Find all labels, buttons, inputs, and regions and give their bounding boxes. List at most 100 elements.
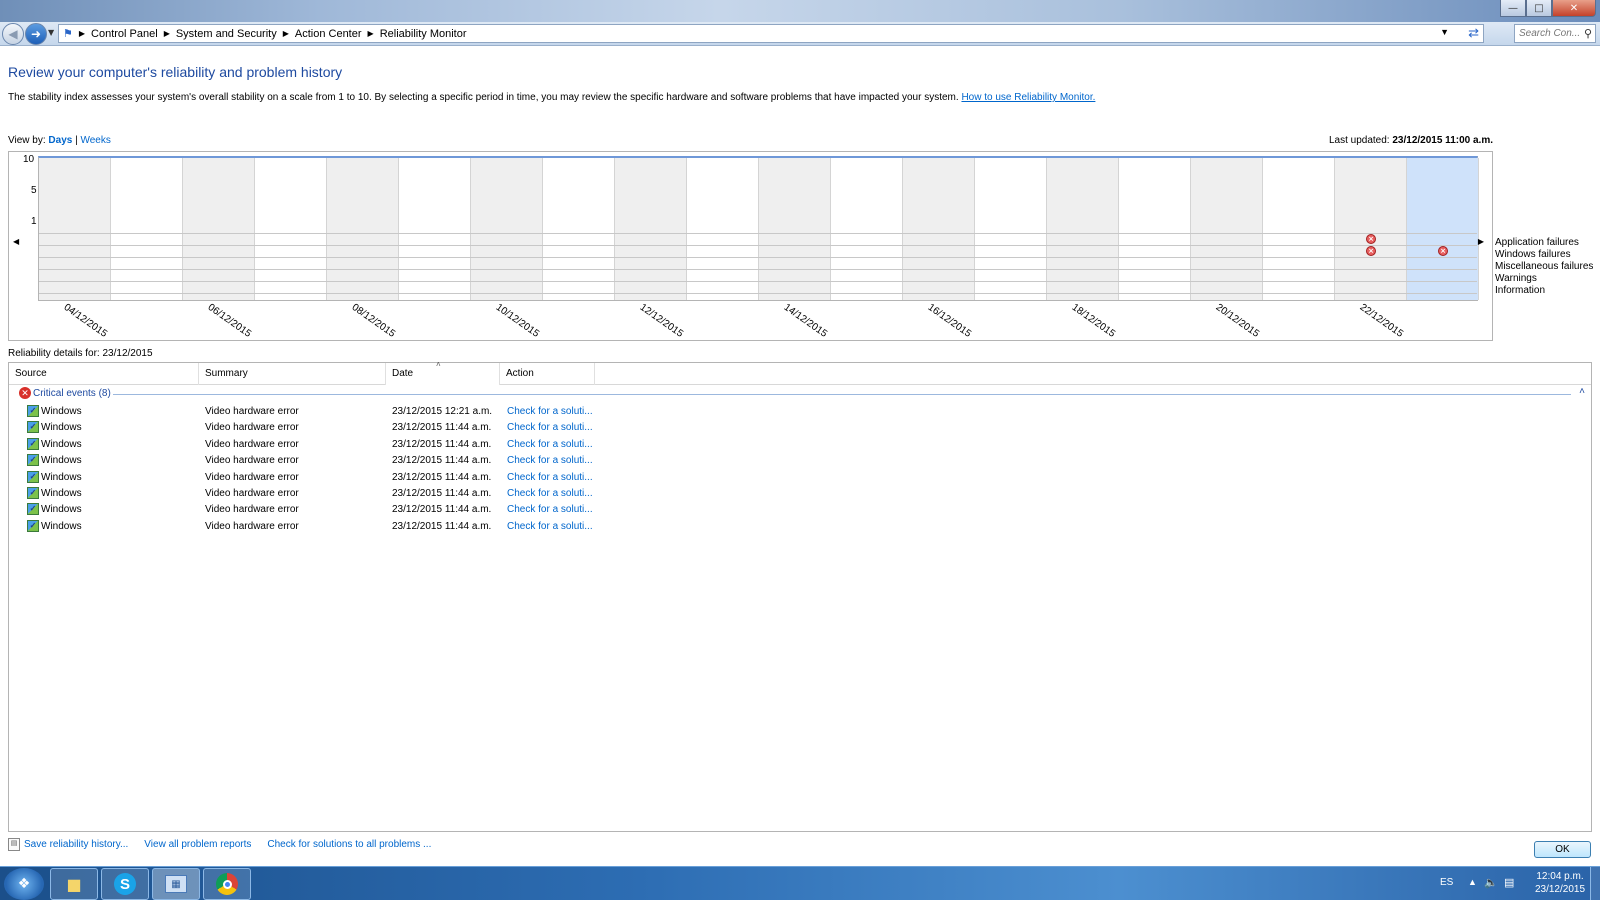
search-input[interactable]: Search Con... ⚲	[1514, 24, 1596, 43]
column-summary[interactable]: Summary	[199, 363, 386, 385]
table-row[interactable]: ✓ Windows Video hardware error 23/12/2015 1…	[9, 419, 1591, 435]
legend-label: Information	[1495, 285, 1546, 296]
chrome-icon[interactable]	[203, 868, 251, 900]
chart-day-column[interactable]	[39, 158, 111, 300]
network-icon[interactable]: ▤	[1504, 876, 1514, 889]
table-row[interactable]: ✓ Windows Video hardware error 23/12/2015 1…	[9, 518, 1591, 534]
column-action[interactable]: Action	[500, 363, 595, 385]
x-tick-label: 10/12/2015	[493, 302, 542, 340]
x-tick-label: 22/12/2015	[1357, 302, 1406, 340]
chart-day-column[interactable]	[1263, 158, 1335, 300]
row-action-link[interactable]: Check for a soluti...	[507, 488, 593, 499]
row-action-link[interactable]: Check for a soluti...	[507, 439, 593, 450]
skype-icon[interactable]: S	[101, 868, 149, 900]
row-date: 23/12/2015 11:44 a.m.	[392, 471, 492, 483]
chart-day-column[interactable]	[759, 158, 831, 300]
chevron-right-icon[interactable]: ▶	[368, 29, 374, 38]
table-row[interactable]: ✓ Windows Video hardware error 23/12/2015 1…	[9, 436, 1591, 452]
row-action-link[interactable]: Check for a soluti...	[507, 455, 593, 466]
chart-day-column[interactable]	[1047, 158, 1119, 300]
breadcrumb-system-and-security[interactable]: System and Security	[176, 28, 277, 40]
column-date[interactable]: ˄ Date	[386, 360, 500, 385]
critical-events-group[interactable]: ✕ Critical events (8) ˄	[9, 386, 1591, 402]
volume-icon[interactable]: 🔈	[1484, 876, 1498, 889]
windows-shield-icon: ✓	[27, 437, 39, 450]
row-date: 23/12/2015 11:44 a.m.	[392, 504, 492, 516]
save-history-link[interactable]: Save reliability history...	[24, 839, 128, 850]
chart-day-column[interactable]	[1191, 158, 1263, 300]
address-dropdown-icon[interactable]: ▼	[1440, 27, 1449, 37]
table-row[interactable]: ✓ Windows Video hardware error 23/12/2015 1…	[9, 469, 1591, 485]
chart-day-column[interactable]	[903, 158, 975, 300]
chart-day-column[interactable]	[831, 158, 903, 300]
row-action-link[interactable]: Check for a soluti...	[507, 406, 593, 417]
row-action-link[interactable]: Check for a soluti...	[507, 504, 593, 515]
chevron-right-icon[interactable]: ▶	[283, 29, 289, 38]
x-tick-label: 18/12/2015	[1069, 302, 1118, 340]
critical-event-marker-icon[interactable]: ×	[1438, 246, 1448, 256]
breadcrumb-reliability-monitor[interactable]: Reliability Monitor	[380, 28, 467, 40]
back-arrow-icon[interactable]: ◀	[2, 23, 24, 45]
row-action-link[interactable]: Check for a soluti...	[507, 472, 593, 483]
chevron-right-icon[interactable]: ▶	[79, 29, 85, 38]
scroll-left-arrow-icon[interactable]: ◀	[13, 237, 19, 246]
critical-error-icon: ✕	[19, 387, 31, 399]
collapse-chevron-icon[interactable]: ˄	[1579, 386, 1585, 397]
start-button-windows-icon[interactable]: ❖	[4, 868, 44, 900]
breadcrumb-action-center[interactable]: Action Center	[295, 28, 362, 40]
chart-day-column[interactable]	[111, 158, 183, 300]
table-row[interactable]: ✓ Windows Video hardware error 23/12/2015 1…	[9, 501, 1591, 517]
chart-day-column[interactable]	[615, 158, 687, 300]
chart-day-column[interactable]	[1119, 158, 1191, 300]
forward-arrow-icon[interactable]: ➜	[25, 23, 47, 45]
table-row[interactable]: ✓ Windows Video hardware error 23/12/2015 1…	[9, 403, 1591, 419]
chart-grid[interactable]: × × ×	[38, 156, 1479, 301]
language-indicator[interactable]: ES	[1440, 877, 1453, 888]
show-desktop-button[interactable]	[1590, 867, 1600, 900]
windows-shield-icon: ✓	[27, 421, 39, 434]
maximize-icon[interactable]: □	[1526, 0, 1552, 17]
chart-day-column[interactable]	[1335, 158, 1407, 300]
table-row[interactable]: ✓ Windows Video hardware error 23/12/2015 1…	[9, 452, 1591, 468]
breadcrumb-control-panel[interactable]: Control Panel	[91, 28, 158, 40]
chart-day-column[interactable]	[399, 158, 471, 300]
chart-day-column[interactable]	[975, 158, 1047, 300]
chart-day-column[interactable]	[255, 158, 327, 300]
skype-letter: S	[114, 873, 136, 895]
critical-event-marker-icon[interactable]: ×	[1366, 234, 1376, 244]
search-icon[interactable]: ⚲	[1584, 27, 1592, 40]
critical-event-marker-icon[interactable]: ×	[1366, 246, 1376, 256]
chart-day-column[interactable]	[327, 158, 399, 300]
x-tick-label: 04/12/2015	[61, 302, 110, 340]
view-days-link[interactable]: Days	[48, 135, 72, 146]
show-hidden-icons-icon[interactable]: ▲	[1468, 877, 1477, 887]
close-icon[interactable]: ✕	[1552, 0, 1596, 17]
row-action-link[interactable]: Check for a soluti...	[507, 521, 593, 532]
refresh-icon[interactable]: ⇄	[1468, 25, 1479, 41]
minimize-icon[interactable]: —	[1500, 0, 1526, 17]
help-link[interactable]: How to use Reliability Monitor.	[961, 92, 1095, 103]
row-action-link[interactable]: Check for a soluti...	[507, 422, 593, 433]
action-center-flag-icon: ⚑	[63, 28, 73, 40]
table-row[interactable]: ✓ Windows Video hardware error 23/12/2015 1…	[9, 485, 1591, 501]
recent-pages-dropdown-icon[interactable]: ▼	[48, 28, 54, 37]
view-weeks-link[interactable]: Weeks	[80, 135, 110, 146]
chart-day-column[interactable]	[471, 158, 543, 300]
chart-day-column[interactable]	[687, 158, 759, 300]
chevron-right-icon[interactable]: ▶	[164, 29, 170, 38]
ok-button[interactable]: OK	[1534, 841, 1591, 858]
clock[interactable]: 12:04 p.m. 23/12/2015	[1530, 870, 1590, 896]
row-source: Windows	[41, 488, 82, 499]
view-reports-link[interactable]: View all problem reports	[144, 839, 251, 850]
address-field[interactable]: ⚑ ▶ Control Panel ▶ System and Security …	[58, 24, 1484, 43]
scroll-right-arrow-icon[interactable]: ▶	[1478, 237, 1484, 246]
chart-day-column[interactable]	[183, 158, 255, 300]
x-tick-label: 20/12/2015	[1213, 302, 1262, 340]
row-summary: Video hardware error	[205, 455, 299, 467]
chart-day-column[interactable]	[1407, 158, 1479, 300]
control-panel-icon[interactable]: ▦	[152, 868, 200, 900]
column-source[interactable]: Source	[9, 363, 199, 385]
explorer-folder-icon[interactable]: ■	[50, 868, 98, 900]
chart-day-column[interactable]	[543, 158, 615, 300]
check-solutions-link[interactable]: Check for solutions to all problems ...	[267, 839, 431, 850]
